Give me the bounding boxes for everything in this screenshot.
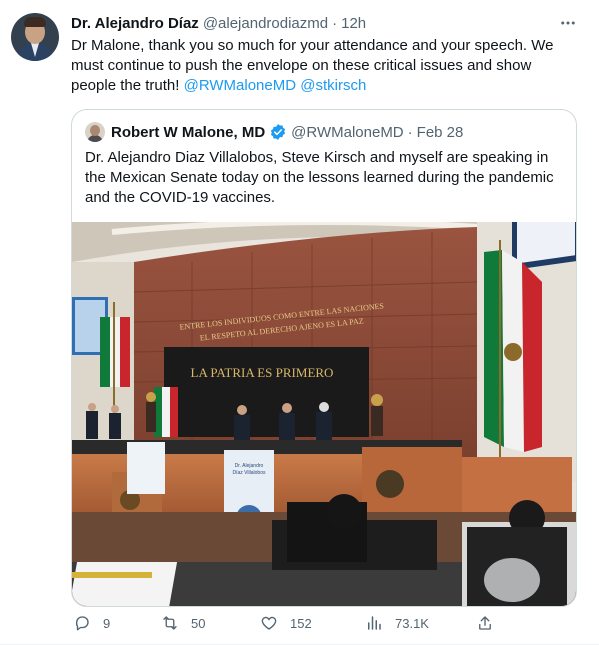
share-button[interactable] — [476, 612, 506, 634]
mention-link[interactable]: @RWMaloneMD — [184, 77, 296, 94]
more-options-icon[interactable] — [557, 13, 579, 33]
quote-date: Feb 28 — [416, 123, 464, 141]
heart-icon — [261, 616, 277, 630]
separator-dot: · — [332, 14, 338, 32]
banner-small-2: Díaz Villalobos — [233, 470, 266, 476]
views-count: 73.1K — [395, 615, 429, 631]
retweet-button[interactable]: 50 — [161, 612, 205, 634]
author-handle[interactable]: @alejandrodiazmd — [203, 15, 328, 32]
action-bar: 9 50 152 73.1K — [71, 612, 576, 634]
tweet-text: Dr Malone, thank you so much for your at… — [71, 36, 576, 96]
like-count: 152 — [290, 615, 312, 631]
tweet-timestamp[interactable]: 12h — [341, 15, 366, 32]
reply-count: 9 — [103, 615, 111, 631]
retweet-icon — [163, 616, 177, 630]
share-icon — [479, 616, 491, 630]
tweet-header: Dr. Alejandro Díaz @alejandrodiazmd · 12… — [71, 13, 366, 33]
quote-author-handle: @RWMaloneMD — [291, 123, 404, 141]
retweet-count: 50 — [191, 615, 206, 631]
author-avatar[interactable] — [11, 13, 59, 61]
separator-dot: · — [407, 123, 413, 141]
views-chart-icon — [368, 616, 381, 630]
quoted-tweet[interactable]: Robert W Malone, MD @RWMaloneMD · Feb 28… — [71, 109, 577, 607]
reply-button[interactable]: 9 — [73, 612, 110, 634]
quote-header: Robert W Malone, MD @RWMaloneMD · Feb 28 — [85, 122, 463, 142]
tweet-card[interactable]: Dr. Alejandro Díaz @alejandrodiazmd · 12… — [0, 0, 599, 645]
quote-author-avatar — [85, 122, 105, 142]
banner-small-1: Dr. Alejandro — [235, 463, 264, 469]
like-button[interactable]: 152 — [260, 612, 312, 634]
author-name[interactable]: Dr. Alejandro Díaz — [71, 15, 199, 32]
quote-author-name: Robert W Malone, MD — [111, 123, 266, 141]
verified-badge-icon — [269, 123, 287, 141]
quote-text: Dr. Alejandro Diaz Villalobos, Steve Kir… — [85, 149, 554, 206]
reply-icon — [75, 616, 89, 631]
views-button[interactable]: 73.1K — [365, 612, 429, 634]
senate-chamber-photo[interactable]: ENTRE LOS INDIVIDUOS COMO ENTRE LAS NACI… — [72, 222, 576, 606]
mention-link[interactable]: @stkirsch — [300, 77, 366, 94]
banner-text: LA PATRIA ES PRIMERO — [191, 365, 334, 380]
